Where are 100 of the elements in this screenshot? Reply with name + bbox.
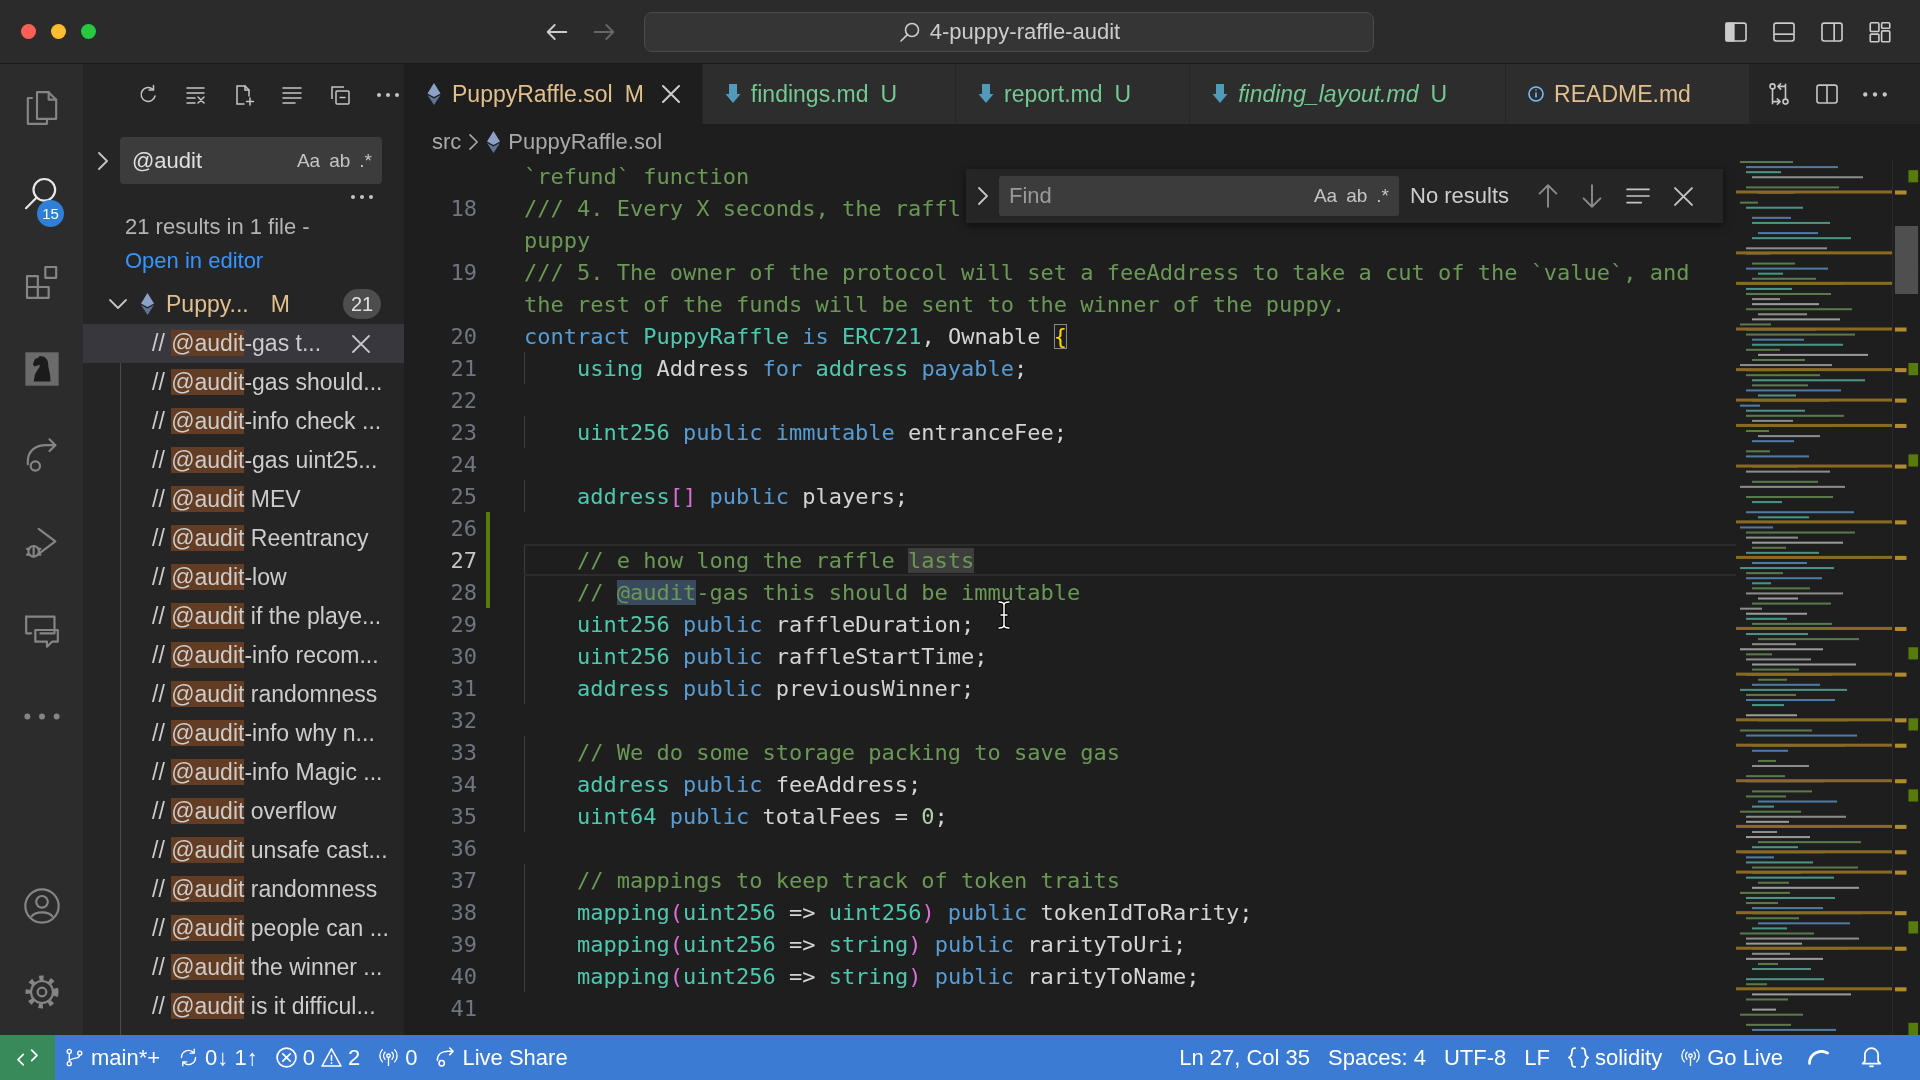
search-option-toggle[interactable]: ab: [329, 149, 351, 172]
results-summary: 21 results in 1 file -: [125, 214, 310, 240]
search-option-toggle[interactable]: .*: [359, 149, 372, 172]
search-result[interactable]: // @audit unsafe cast...: [83, 831, 404, 870]
search-field[interactable]: @audit Aa ab .*: [120, 137, 382, 184]
cursor-position[interactable]: Ln 27, Col 35: [1170, 1035, 1320, 1080]
search-result[interactable]: // @audit-gas uint25...: [83, 441, 404, 480]
code-line: uint256 public raffleDuration;: [576, 611, 975, 637]
code-line: `refund` function: [524, 163, 750, 189]
window-minimize-icon[interactable]: [51, 24, 66, 39]
file-name[interactable]: Puppy...: [166, 290, 249, 318]
search-option-toggle[interactable]: Aa: [1313, 185, 1338, 207]
ports-status[interactable]: 0: [369, 1035, 427, 1080]
editor-tab[interactable]: README.md: [1506, 64, 1750, 124]
line-number: 36: [449, 835, 477, 861]
line-number: 20: [449, 323, 477, 349]
line-number: 24: [449, 451, 477, 477]
search-result[interactable]: // @audit the winner ...: [83, 948, 404, 987]
share-arrow-icon: [435, 1047, 457, 1068]
bell-icon[interactable]: [1861, 1047, 1882, 1068]
split-editor-icon[interactable]: [1814, 81, 1840, 107]
sync-status[interactable]: 0↓ 1↑: [169, 1035, 267, 1080]
search-result[interactable]: // @audit-info recom...: [83, 636, 404, 675]
line-number: 34: [449, 771, 477, 797]
editor-tab[interactable]: findings.md U: [702, 64, 957, 124]
code-line: using Address for address payable;: [576, 355, 1028, 381]
code-line: // mappings to keep track of token traits: [576, 867, 1121, 893]
open-in-editor-link[interactable]: Open in editor: [125, 248, 264, 274]
search-result[interactable]: // @audit Reentrancy: [83, 519, 404, 558]
editor-tab[interactable]: finding_layout.md U: [1190, 64, 1507, 124]
count-badge: 15: [37, 200, 64, 227]
window-maximize-icon[interactable]: [81, 24, 96, 39]
search-result[interactable]: // @audit-info check ...: [83, 402, 404, 441]
broadcast-icon: [378, 1047, 400, 1068]
line-number: 26: [449, 515, 477, 541]
search-option-toggle[interactable]: ab: [1346, 185, 1368, 207]
command-center[interactable]: 4-puppy-raffle-audit: [644, 11, 1374, 52]
close-icon[interactable]: [661, 85, 680, 103]
search-result[interactable]: // @audit is it difficul...: [83, 987, 404, 1026]
line-number: 40: [449, 963, 477, 989]
chevron-right-icon[interactable]: [97, 151, 108, 170]
line-number: 32: [449, 707, 477, 733]
window-close-icon[interactable]: [21, 24, 36, 39]
breadcrumb-item[interactable]: src: [432, 129, 462, 155]
code-line: address public feeAddress;: [576, 771, 922, 797]
branch-status[interactable]: main*+: [55, 1035, 170, 1080]
search-result[interactable]: // @audit MEV: [83, 480, 404, 519]
compare-changes-icon[interactable]: [1766, 81, 1792, 107]
search-result[interactable]: // @audit randomness: [83, 675, 404, 714]
line-number: 19: [449, 259, 477, 285]
search-result[interactable]: // @audit randomness: [83, 870, 404, 909]
search-option-toggle[interactable]: Aa: [296, 149, 321, 172]
language-mode[interactable]: solidity: [1558, 1035, 1672, 1080]
down-arrow-icon[interactable]: [1582, 184, 1602, 208]
code-line: uint256 public immutable entranceFee;: [576, 419, 1068, 445]
line-number: 29: [449, 611, 477, 637]
more-icon[interactable]: [1862, 90, 1888, 98]
code-line: // @audit-gas this should be immutable: [576, 579, 1081, 605]
editor-tab[interactable]: report.md U: [956, 64, 1191, 124]
find-field[interactable]: Find Aa ab .*: [999, 176, 1399, 216]
line-number: 28: [449, 579, 477, 605]
line-ending-status[interactable]: LF: [1515, 1035, 1559, 1080]
search-result[interactable]: // @audit-gas t...: [83, 324, 404, 363]
git-status: M: [270, 290, 290, 318]
line-number: 23: [449, 419, 477, 445]
breadcrumb-item[interactable]: PuppyRaffle.sol: [508, 129, 663, 155]
search-result[interactable]: // @audit if the playe...: [83, 597, 404, 636]
close-icon[interactable]: [1674, 186, 1693, 206]
search-result[interactable]: // @audit overflow: [83, 792, 404, 831]
count-badge: 21: [343, 289, 381, 319]
solidity-icon: [426, 82, 442, 106]
search-result[interactable]: // @audit people can ...: [83, 909, 404, 948]
warning-icon: [320, 1047, 342, 1068]
search-result[interactable]: // @audit-gas should...: [83, 363, 404, 402]
search-result[interactable]: // @audit-info why n...: [83, 714, 404, 753]
encoding-status[interactable]: UTF-8: [1434, 1035, 1516, 1080]
more-icon[interactable]: [376, 91, 400, 98]
indentation-status[interactable]: Spaces: 4: [1319, 1035, 1435, 1080]
code-line: contract PuppyRaffle is ERC721, Ownable {: [524, 323, 1068, 349]
close-icon[interactable]: [352, 334, 370, 353]
code-line: // e how long the raffle lasts: [576, 547, 975, 573]
problems-status[interactable]: 0 2: [266, 1035, 370, 1080]
scrollbar-thumb[interactable]: [1895, 226, 1918, 294]
line-number: 21: [449, 355, 477, 381]
search-result[interactable]: // @audit-low: [83, 558, 404, 597]
account-icon[interactable]: [21, 886, 62, 926]
line-number: 18: [449, 195, 477, 221]
search-option-toggle[interactable]: .*: [1376, 185, 1389, 207]
lines-icon[interactable]: [1626, 188, 1650, 204]
line-number: 22: [449, 387, 477, 413]
chevron-right-icon[interactable]: [978, 187, 989, 205]
more-icon[interactable]: [350, 194, 374, 200]
error-icon: [275, 1047, 297, 1068]
live-share-button[interactable]: Live Share: [426, 1035, 577, 1080]
editor-tab[interactable]: PuppyRaffle.sol M: [404, 64, 703, 124]
line-number: 39: [449, 931, 477, 957]
search-result[interactable]: // @audit-info Magic ...: [83, 753, 404, 792]
find-status: No results: [1410, 183, 1510, 209]
go-live-button[interactable]: Go Live: [1671, 1035, 1792, 1080]
up-arrow-icon[interactable]: [1538, 184, 1558, 208]
